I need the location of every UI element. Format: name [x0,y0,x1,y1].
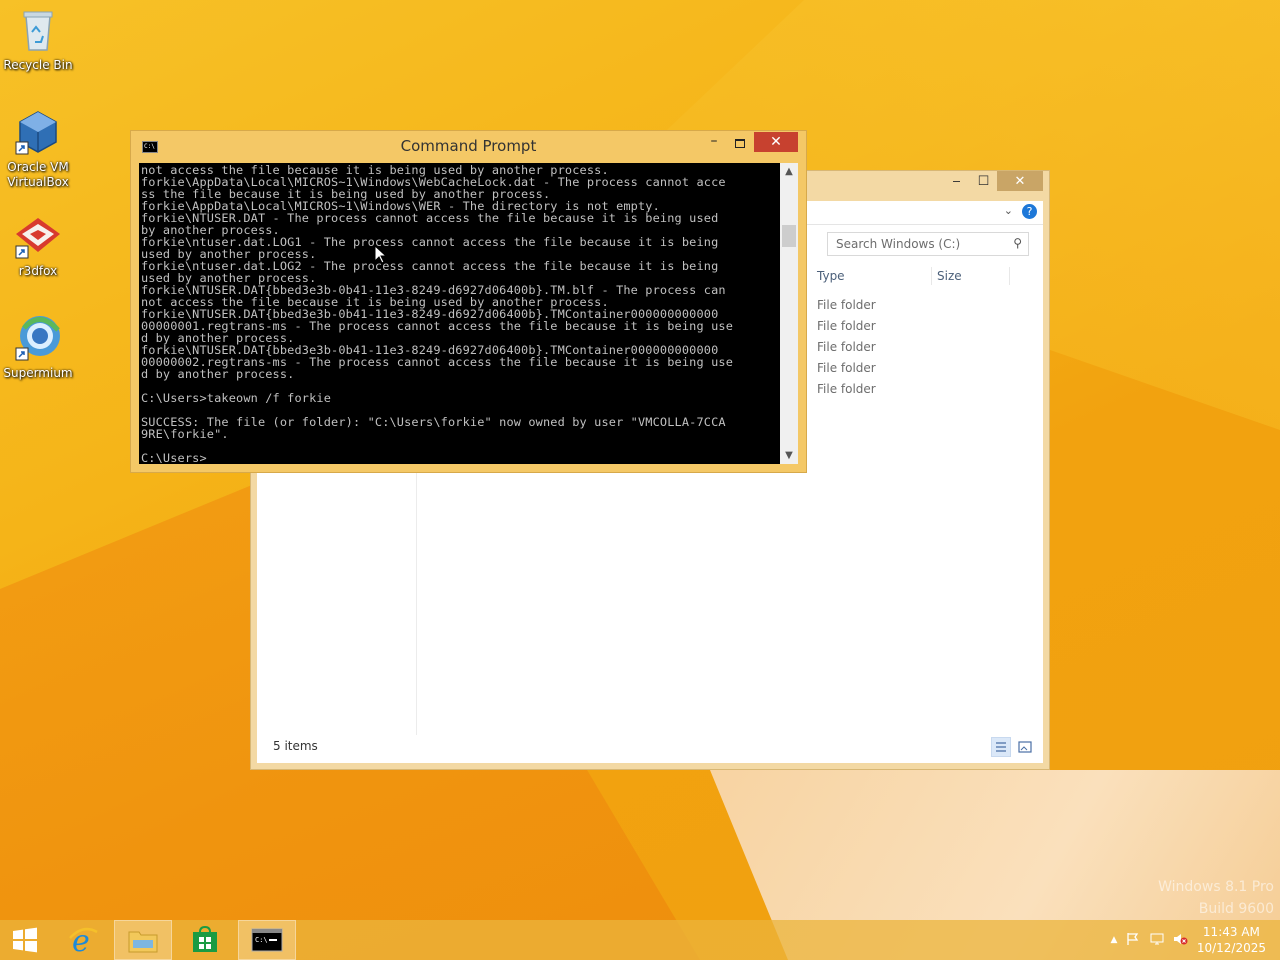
ribbon-expand-icon[interactable]: ⌄ [1004,204,1013,217]
desktop-icon-label: Oracle VM VirtualBox [7,160,69,189]
explorer-close-button[interactable]: ✕ [997,171,1043,191]
desktop-icon-recycle-bin[interactable]: Recycle Bin [2,6,74,73]
desktop-icon-supermium[interactable]: Supermium [2,314,74,381]
command-prompt-icon: C:\ [251,928,283,952]
details-view-button[interactable] [991,737,1011,757]
file-row-type[interactable]: File folder [817,361,876,375]
svg-text:C:\: C:\ [255,936,268,944]
taskbar: e C:\ ▲ 11:43 AM 10/12/2025 [0,920,1280,960]
large-icons-view-button[interactable] [1015,737,1035,757]
watermark-build: Build 9600 [1198,901,1274,917]
column-separator [1009,267,1010,285]
show-hidden-icons-icon[interactable]: ▲ [1106,935,1122,945]
r3dfox-icon [14,212,62,260]
supermium-icon [14,314,62,362]
start-button[interactable] [0,920,50,960]
command-prompt-window[interactable]: C:\ Command Prompt – ✕ not access the fi… [130,130,807,473]
windows-logo-icon [13,927,37,953]
console-output[interactable]: not access the file because it is being … [139,163,780,464]
mouse-cursor-icon [375,246,387,264]
minimize-button[interactable]: – [703,133,725,153]
search-icon: ⚲ [1013,236,1022,250]
desktop-icon-label: Supermium [3,366,73,380]
help-icon[interactable]: ? [1022,204,1037,219]
search-input[interactable]: Search Windows (C:) ⚲ [827,232,1029,256]
recycle-bin-icon [14,6,62,54]
desktop-icon-virtualbox[interactable]: Oracle VM VirtualBox [2,108,74,190]
taskbar-file-explorer[interactable] [114,920,172,960]
status-item-count: 5 items [273,739,318,753]
maximize-icon [735,139,745,148]
clock-date: 10/12/2025 [1196,941,1266,955]
console-text: not access the file because it is being … [141,163,734,464]
taskbar-internet-explorer[interactable]: e [54,920,112,960]
file-row-type[interactable]: File folder [817,382,876,396]
maximize-button[interactable] [729,133,751,153]
clock-time: 11:43 AM [1202,925,1260,939]
store-icon [193,926,217,952]
column-header-size[interactable]: Size [937,269,962,283]
large-icons-view-icon [1018,741,1032,753]
network-icon[interactable] [1144,931,1170,950]
desktop-icon-r3dfox[interactable]: r3dfox [2,212,74,279]
system-tray: ▲ [1106,920,1190,960]
column-header-type[interactable]: Type [817,269,845,283]
action-center-flag-icon[interactable] [1122,931,1144,950]
column-separator [931,267,932,285]
file-row-type[interactable]: File folder [817,319,876,333]
search-placeholder: Search Windows (C:) [836,237,961,251]
windows-watermark: Windows 8.1 Pro Build 9600 [1158,876,1274,920]
taskbar-windows-store[interactable] [176,920,234,960]
folder-icon [128,931,158,953]
volume-muted-icon[interactable] [1170,931,1190,950]
file-row-type[interactable]: File folder [817,298,876,312]
explorer-maximize-button[interactable]: ☐ [970,171,997,191]
virtualbox-icon [14,108,62,156]
scroll-down-icon[interactable]: ▼ [780,447,798,464]
details-view-icon [996,742,1006,752]
close-button[interactable]: ✕ [754,132,798,152]
taskbar-command-prompt[interactable]: C:\ [238,920,296,960]
desktop-icon-label: r3dfox [18,264,58,278]
internet-explorer-icon: e [69,924,98,956]
watermark-edition: Windows 8.1 Pro [1158,879,1274,895]
desktop-icon-label: Recycle Bin [3,58,73,72]
vertical-scrollbar[interactable]: ▲ ▼ [780,163,798,464]
file-row-type[interactable]: File folder [817,340,876,354]
explorer-minimize-button[interactable]: ‒ [943,171,970,191]
scroll-up-icon[interactable]: ▲ [780,163,798,180]
taskbar-clock[interactable]: 11:43 AM 10/12/2025 [1197,924,1266,956]
scroll-thumb[interactable] [782,225,796,247]
